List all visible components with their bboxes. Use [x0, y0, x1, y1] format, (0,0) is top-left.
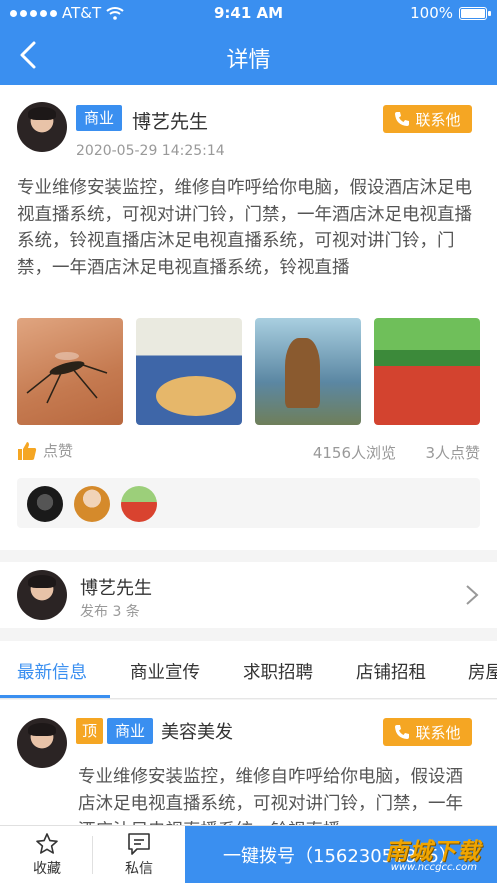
chat-icon [128, 833, 150, 855]
red-tulips-photo[interactable] [374, 318, 480, 425]
like-button[interactable]: 点赞 [17, 440, 73, 461]
contact-label: 联系他 [415, 723, 461, 742]
favorite-label: 收藏 [33, 861, 61, 877]
top-bar: AT&T 9:41 AM 100% 详情 [0, 0, 497, 85]
publisher-post-count: 发布 3 条 [80, 604, 140, 620]
tab-housing[interactable]: 房屋 [468, 659, 497, 684]
post-datetime: 2020-05-29 14:25:14 [76, 143, 225, 159]
status-bar: AT&T 9:41 AM 100% [0, 4, 497, 24]
watermark-url: www.nccgcc.com [390, 862, 477, 873]
publisher-row[interactable]: 博艺先生 发布 3 条 [0, 562, 497, 628]
contact-label: 联系他 [415, 110, 461, 129]
item-content: 专业维修安装监控，维修自咋呼给你电脑，假设酒店沐足电视直播系统，可视对讲门铃，门… [78, 767, 463, 825]
tab-business[interactable]: 商业宣传 [130, 659, 200, 684]
category-tabs: 最新信息 商业宣传 求职招聘 店铺招租 房屋 [0, 641, 497, 699]
watermark-logo: 南城下载 [385, 839, 481, 865]
message-button[interactable]: 私信 [94, 832, 184, 878]
like-label: 点赞 [43, 442, 74, 460]
nav-bar: 详情 [0, 36, 497, 76]
item-tag: 商业 [107, 718, 154, 744]
item-contact-button[interactable]: 联系他 [383, 718, 472, 746]
post-card: 商业 博艺先生 2020-05-29 14:25:14 联系他 专业维修安装监控… [0, 85, 497, 550]
battery-icon [459, 6, 491, 20]
stats-row: 点赞 4156人浏览 3人点赞 [17, 440, 480, 464]
publisher-avatar [17, 570, 67, 620]
liker-avatars [17, 478, 480, 528]
site-watermark: 南城下载 www.nccgcc.com [365, 824, 485, 879]
message-label: 私信 [125, 861, 153, 877]
classroom-photo[interactable] [136, 318, 242, 425]
contact-button[interactable]: 联系他 [383, 105, 472, 133]
thumbs-up-icon [18, 441, 37, 460]
tab-jobs[interactable]: 求职招聘 [243, 659, 313, 684]
mosquito-photo[interactable] [17, 318, 123, 425]
liker-avatar[interactable] [121, 486, 157, 522]
deer-illustration[interactable] [255, 318, 361, 425]
author-avatar[interactable] [17, 102, 67, 152]
star-icon [36, 833, 58, 854]
post-images [17, 318, 480, 425]
post-tag: 商业 [76, 105, 123, 131]
item-category: 美容美发 [161, 722, 234, 743]
page-title: 详情 [226, 48, 271, 73]
tab-shop-rental[interactable]: 店铺招租 [356, 659, 426, 684]
publisher-name: 博艺先生 [80, 578, 152, 599]
divider [92, 836, 93, 874]
item-avatar [17, 718, 67, 768]
phone-icon [395, 112, 410, 126]
phone-icon [395, 725, 410, 739]
list-item[interactable]: 顶 商业 美容美发 联系他 专业维修安装监控，维修自咋呼给你电脑，假设酒店沐足电… [0, 700, 497, 825]
post-content: 专业维修安装监控，维修自咋呼给你电脑，假设酒店沐足电视直播系统，可视对讲门铃，门… [17, 178, 472, 278]
pinned-badge: 顶 [76, 718, 104, 744]
battery-percent: 100% [410, 4, 453, 22]
like-count: 3人点赞 [425, 444, 480, 462]
tab-indicator [0, 695, 110, 698]
liker-avatar[interactable] [74, 486, 110, 522]
liker-avatar[interactable] [27, 486, 63, 522]
chevron-right-icon [466, 585, 479, 605]
author-name: 博艺先生 [132, 111, 209, 133]
favorite-button[interactable]: 收藏 [2, 832, 92, 878]
view-count: 4156人浏览 [312, 444, 396, 462]
tab-latest[interactable]: 最新信息 [17, 659, 87, 684]
